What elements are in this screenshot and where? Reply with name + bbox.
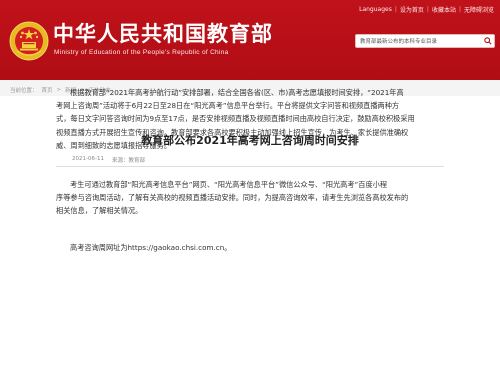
paragraph-line: 考网上咨询周”活动将于6月22日至28日在“阳光高考”信息平台举行。平台将提供文…	[56, 101, 400, 111]
site-title[interactable]: 中华人民共和国教育部	[53, 18, 273, 48]
article-date: 2021-06-11	[72, 156, 104, 162]
separator: |	[426, 5, 429, 13]
paragraph-line: 根据教育部“2021年高考护航行动”安排部署，结合全国各省(区、市)高考志愿填报…	[70, 88, 404, 97]
paragraph-line: 视频直播方式开展招生宣传和咨询。教育部要求各高校要积极主动加强线上招生宣传，为考…	[56, 127, 409, 137]
article-paragraph-3: 高考咨询周网址为https://gaokao.chsi.com.cn。	[56, 241, 446, 254]
breadcrumb-prefix: 当前位置：	[10, 88, 38, 94]
search-icon	[484, 37, 492, 45]
top-links: Languages | 设为首页 | 收藏本站 | 无障碍浏览	[359, 3, 494, 15]
article-meta: 2021-06-11 来源：教育部	[72, 156, 145, 164]
paragraph-line: 相关信息，了解相关情况。	[56, 206, 143, 216]
separator: |	[394, 5, 397, 13]
languages-link[interactable]: Languages	[359, 6, 392, 13]
add-favorite-link[interactable]: 收藏本站	[432, 5, 456, 14]
paragraph-line: 考生可通过教育部“阳光高考信息平台”网页、“阳光高考信息平台”微信公众号、“阳光…	[70, 180, 388, 189]
site-subtitle: Ministry of Education of the People's Re…	[54, 49, 229, 56]
article-source: 来源：教育部	[111, 158, 145, 164]
article-paragraph-1: 根据教育部“2021年高考护航行动”安排部署，结合全国各省(区、市)高考志愿填报…	[56, 86, 446, 152]
breadcrumb-home[interactable]: 首页	[42, 86, 53, 94]
paragraph-line: 序等参与咨询周活动，了解有关高校的视频直播活动安排。同时，为提高咨询效率，请考生…	[56, 193, 409, 203]
paragraph-line: 高考咨询周网址为https://gaokao.chsi.com.cn。	[70, 243, 232, 252]
set-homepage-link[interactable]: 设为首页	[400, 5, 424, 14]
paragraph-line: 式，每日文字问答咨询时间为9点至17点，是否安排视频直播及视频直播时间由高校自行…	[56, 114, 415, 124]
divider	[56, 166, 444, 167]
site-header: Languages | 设为首页 | 收藏本站 | 无障碍浏览 中华人民共和国教…	[0, 0, 500, 80]
national-emblem-icon	[9, 21, 49, 61]
paragraph-line: 威、周到细致的志愿填报指导服务。	[56, 140, 172, 150]
separator: |	[458, 5, 461, 13]
accessibility-link[interactable]: 无障碍浏览	[464, 5, 494, 14]
article-paragraph-2: 考生可通过教育部“阳光高考信息平台”网页、“阳光高考信息平台”微信公众号、“阳光…	[56, 178, 446, 218]
search-button[interactable]	[482, 35, 494, 47]
search-input[interactable]	[356, 36, 483, 46]
search-box	[355, 34, 495, 48]
